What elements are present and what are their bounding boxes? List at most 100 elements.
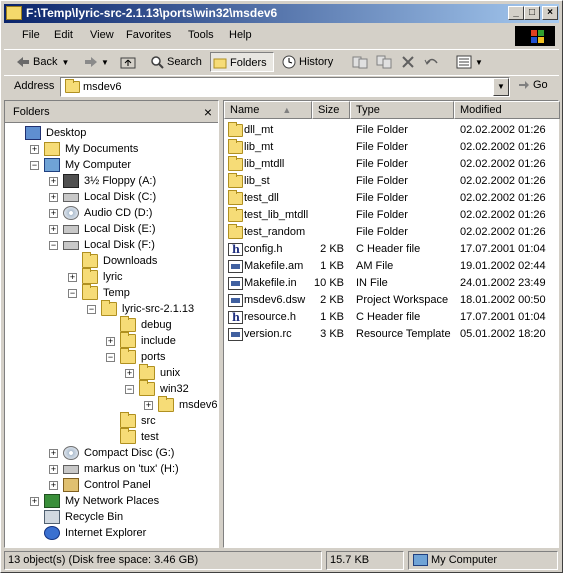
address-dropdown-button[interactable]: ▼ (493, 78, 509, 96)
tree-item[interactable]: Internet Explorer (5, 525, 218, 541)
tree-item[interactable]: − Temp (5, 284, 218, 301)
column-header-modified[interactable]: Modified (454, 101, 560, 119)
tree-item[interactable]: + Local Disk (E:) (5, 221, 218, 237)
file-name: lib_mt (244, 141, 274, 153)
file-row[interactable]: Makefile.in 10 KB IN File 24.01.2002 23:49 (224, 275, 558, 292)
address-input[interactable]: msdev6 ▼ (60, 77, 510, 97)
tree-item[interactable]: src (5, 412, 218, 429)
move-to-button[interactable] (350, 52, 371, 72)
forward-button[interactable]: ▼ (82, 52, 109, 72)
column-header-name[interactable]: Name ▲ (224, 101, 312, 119)
file-row[interactable]: lib_mtdll File Folder 02.02.2002 01:26 (224, 156, 558, 173)
file-row[interactable]: config.h 2 KB C Header file 17.07.2001 01:0… (224, 241, 558, 258)
file-row[interactable]: test_random File Folder 02.02.2002 01:26 (224, 224, 558, 241)
tree-item[interactable]: Recycle Bin (5, 509, 218, 525)
tree-item[interactable]: +3½ Floppy (A:) (5, 173, 218, 189)
column-header-size[interactable]: Size (312, 101, 350, 119)
expand-icon[interactable]: + (106, 337, 115, 346)
tree-item[interactable]: + Audio CD (D:) (5, 205, 218, 221)
status-zone: My Computer (408, 551, 558, 570)
file-row[interactable]: lib_st File Folder 02.02.2002 01:26 (224, 173, 558, 190)
menu-tools[interactable]: Tools (188, 29, 214, 41)
folder-icon (139, 364, 155, 380)
expand-icon[interactable]: + (49, 449, 58, 458)
minimize-button[interactable]: _ (508, 6, 524, 20)
tree-item[interactable]: + Compact Disc (G:) (5, 445, 218, 461)
tree-item[interactable]: − Local Disk (F:) (5, 237, 218, 253)
menu-view[interactable]: View (90, 29, 114, 41)
delete-button[interactable] (400, 52, 417, 72)
views-button[interactable]: ▼ (454, 52, 483, 72)
file-modified: 18.01.2002 00:50 (460, 294, 546, 306)
tree-item[interactable]: − win32 (5, 380, 218, 397)
file-size: 3 KB (320, 328, 344, 340)
close-folders-pane-icon[interactable]: × (204, 104, 212, 120)
tree-item-label: win32 (160, 383, 189, 395)
menu-edit[interactable]: Edit (54, 29, 73, 41)
file-row[interactable]: msdev6.dsw 2 KB Project Workspace 18.01.200… (224, 292, 558, 309)
tree-item-label: Recycle Bin (65, 511, 124, 523)
expand-icon[interactable]: + (68, 273, 77, 282)
undo-button[interactable] (422, 52, 443, 72)
tree-item[interactable]: − lyric-src-2.1.13 (5, 300, 218, 317)
file-row[interactable]: version.rc 3 KB Resource Template 05.01.200… (224, 326, 558, 343)
tree-item[interactable]: + lyric (5, 268, 218, 285)
expand-icon[interactable]: + (49, 465, 58, 474)
collapse-icon[interactable]: − (125, 385, 134, 394)
title-bar[interactable]: F:\Temp\lyric-src-2.1.13\ports\win32\msd… (4, 4, 559, 23)
collapse-icon[interactable]: − (87, 305, 96, 314)
tree-item[interactable]: test (5, 428, 218, 445)
up-folder-button[interactable] (118, 52, 139, 72)
file-row[interactable]: test_lib_mtdll File Folder 02.02.2002 01:2… (224, 207, 558, 224)
tree-item[interactable]: − ports (5, 348, 218, 365)
tree-item-label: src (141, 415, 156, 427)
menu-favorites[interactable]: Favorites (126, 29, 171, 41)
file-row[interactable]: lib_mt File Folder 02.02.2002 01:26 (224, 139, 558, 156)
menu-help[interactable]: Help (229, 29, 252, 41)
tree-item[interactable]: + Local Disk (C:) (5, 189, 218, 205)
go-button[interactable]: Go (518, 79, 548, 91)
expand-icon[interactable]: + (49, 209, 58, 218)
tree-item[interactable]: + My Documents (5, 141, 218, 157)
collapse-icon[interactable]: − (106, 353, 115, 362)
folder-icon (120, 412, 136, 428)
expand-icon[interactable]: + (49, 193, 58, 202)
expand-icon[interactable]: + (125, 369, 134, 378)
doc-file-icon (228, 260, 243, 273)
tree-item[interactable]: + msdev6 (5, 396, 218, 413)
copy-to-button[interactable] (374, 52, 395, 72)
tree-item-label: lyric-src-2.1.13 (122, 303, 195, 315)
expand-icon[interactable]: + (49, 481, 58, 490)
file-name: Makefile.am (244, 260, 304, 272)
collapse-icon[interactable]: − (68, 289, 77, 298)
tree-item[interactable]: + include (5, 332, 218, 349)
delete-icon (402, 56, 414, 68)
tree-item[interactable]: − My Computer (5, 157, 218, 173)
tree-item[interactable]: + Control Panel (5, 477, 218, 493)
maximize-button[interactable]: □ (524, 6, 540, 20)
expand-icon[interactable]: + (30, 145, 39, 154)
back-button[interactable]: Back ▼ (14, 52, 69, 72)
folders-button[interactable]: Folders (210, 52, 274, 72)
tree-item[interactable]: debug (5, 316, 218, 333)
expand-icon[interactable]: + (30, 497, 39, 506)
file-row[interactable]: dll_mt File Folder 02.02.2002 01:26 (224, 122, 558, 139)
column-header-type[interactable]: Type (350, 101, 454, 119)
menu-file[interactable]: File (22, 29, 40, 41)
expand-icon[interactable]: + (144, 401, 153, 410)
file-row[interactable]: test_dll File Folder 02.02.2002 01:26 (224, 190, 558, 207)
tree-item[interactable]: + My Network Places (5, 493, 218, 509)
search-button[interactable]: Search (148, 52, 202, 72)
expand-icon[interactable]: + (49, 225, 58, 234)
tree-item[interactable]: + markus on 'tux' (H:) (5, 461, 218, 477)
collapse-icon[interactable]: − (49, 241, 58, 250)
expand-icon[interactable]: + (49, 177, 58, 186)
file-row[interactable]: resource.h 1 KB C Header file 17.07.2001 01… (224, 309, 558, 326)
file-row[interactable]: Makefile.am 1 KB AM File 19.01.2002 02:44 (224, 258, 558, 275)
collapse-icon[interactable]: − (30, 161, 39, 170)
tree-item[interactable]: Downloads (5, 252, 218, 269)
tree-item[interactable]: + unix (5, 364, 218, 381)
close-button[interactable]: × (542, 6, 558, 20)
tree-item[interactable]: Desktop (5, 125, 218, 141)
history-button[interactable]: History (280, 52, 333, 72)
